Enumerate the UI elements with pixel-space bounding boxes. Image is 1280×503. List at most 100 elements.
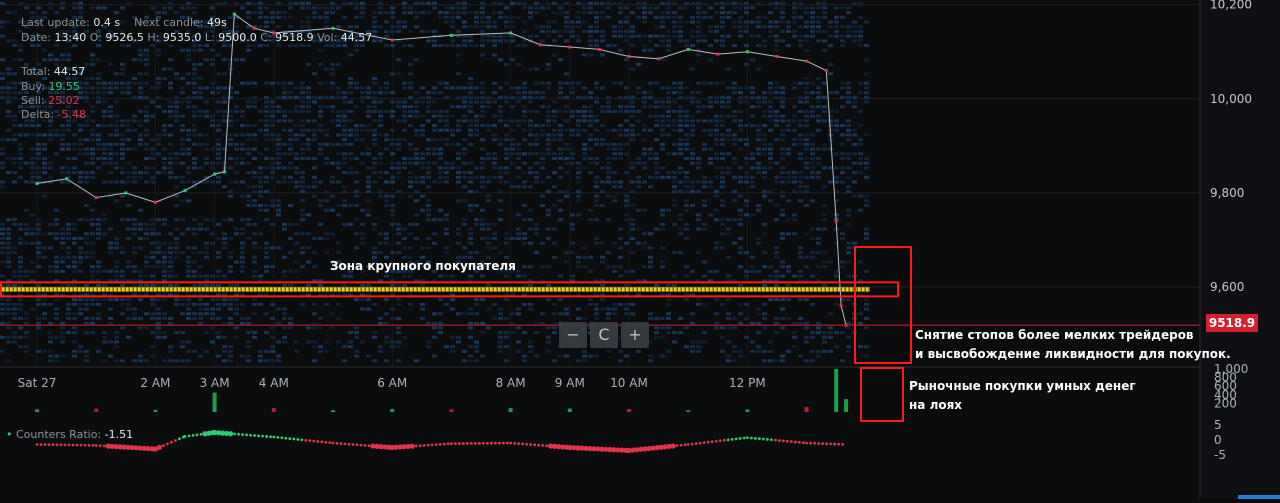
heatmap-cell — [828, 260, 833, 263]
heatmap-cell — [822, 260, 827, 263]
heatmap-cell — [594, 2, 599, 5]
heatmap-cell — [300, 129, 305, 132]
heatmap-cell — [228, 133, 233, 136]
heatmap-cell — [606, 195, 611, 198]
heatmap-cell — [84, 124, 89, 127]
heatmap-cell — [192, 284, 197, 287]
heatmap-cell — [96, 265, 101, 268]
heatmap-cell — [234, 303, 239, 306]
heatmap-cell — [732, 21, 737, 24]
heatmap-cell — [102, 6, 107, 9]
heatmap-cell — [210, 119, 215, 122]
heatmap-cell — [330, 11, 335, 14]
heatmap-cell — [624, 195, 629, 198]
heatmap-cell — [312, 185, 317, 188]
heatmap-cell — [528, 350, 533, 353]
heatmap-cell — [78, 298, 83, 301]
heatmap-cell — [168, 115, 173, 118]
heatmap-cell — [720, 223, 725, 226]
heatmap-cell — [588, 105, 593, 108]
heatmap-cell — [492, 115, 497, 118]
heatmap-cell — [372, 166, 377, 169]
heatmap-cell — [360, 16, 365, 19]
heatmap-cell — [210, 181, 215, 184]
heatmap-cell — [834, 270, 839, 273]
heatmap-cell — [378, 350, 383, 353]
heatmap-cell — [162, 275, 167, 278]
chart-stage[interactable]: 10,20010,0009,8009,600Sat 272 AM3 AM4 AM… — [0, 0, 1280, 499]
heatmap-cell — [510, 86, 515, 89]
heatmap-cell — [684, 190, 689, 193]
heatmap-cell — [228, 284, 233, 287]
heatmap-cell — [738, 223, 743, 226]
heatmap-cell — [204, 44, 209, 47]
heatmap-cell — [192, 246, 197, 249]
heatmap-cell — [462, 11, 467, 14]
heatmap-cell — [660, 115, 665, 118]
big-buyer-cell — [474, 287, 477, 291]
big-buyer-cell — [586, 287, 589, 291]
heatmap-cell — [708, 25, 713, 28]
heatmap-cell — [210, 242, 215, 245]
heatmap-cell — [696, 119, 701, 122]
heatmap-cell — [612, 110, 617, 113]
big-buyer-cell — [454, 287, 457, 291]
orderbook-heatmap-chart[interactable]: 10,20010,0009,8009,600Sat 272 AM3 AM4 AM… — [0, 0, 1280, 499]
heatmap-cell — [510, 119, 515, 122]
heatmap-cell — [462, 2, 467, 5]
heatmap-cell — [522, 232, 527, 235]
heatmap-cell — [558, 30, 563, 33]
heatmap-cell — [390, 204, 395, 207]
heatmap-cell — [732, 115, 737, 118]
heatmap-cell — [342, 199, 347, 202]
heatmap-cell — [12, 115, 17, 118]
heatmap-cell — [804, 143, 809, 146]
heatmap-cell — [6, 11, 11, 14]
heatmap-cell — [738, 119, 743, 122]
heatmap-cell — [660, 213, 665, 216]
heatmap-cell — [438, 82, 443, 85]
heatmap-cell — [462, 312, 467, 315]
heatmap-cell — [270, 317, 275, 320]
heatmap-cell — [756, 171, 761, 174]
heatmap-cell — [180, 148, 185, 151]
heatmap-cell — [18, 223, 23, 226]
heatmap-cell — [474, 322, 479, 325]
heatmap-cell — [330, 6, 335, 9]
heatmap-cell — [594, 44, 599, 47]
heatmap-cell — [774, 138, 779, 141]
heatmap-cell — [66, 143, 71, 146]
heatmap-cell — [288, 162, 293, 165]
heatmap-cell — [6, 129, 11, 132]
heatmap-cell — [402, 129, 407, 132]
heatmap-cell — [396, 232, 401, 235]
heatmap-cell — [576, 21, 581, 24]
heatmap-cell — [654, 115, 659, 118]
heatmap-cell — [354, 331, 359, 334]
counters-ratio-dot — [680, 444, 683, 447]
heatmap-cell — [60, 260, 65, 263]
heatmap-cell — [834, 303, 839, 306]
heatmap-cell — [732, 199, 737, 202]
heatmap-cell — [696, 11, 701, 14]
price-point — [450, 34, 453, 37]
heatmap-cell — [198, 86, 203, 89]
heatmap-cell — [810, 157, 815, 160]
heatmap-cell — [144, 265, 149, 268]
heatmap-cell — [540, 204, 545, 207]
heatmap-cell — [654, 162, 659, 165]
heatmap-cell — [588, 256, 593, 259]
heatmap-cell — [462, 218, 467, 221]
heatmap-cell — [72, 298, 77, 301]
heatmap-cell — [576, 133, 581, 136]
heatmap-cell — [102, 86, 107, 89]
heatmap-cell — [150, 6, 155, 9]
heatmap-cell — [384, 82, 389, 85]
heatmap-cell — [774, 251, 779, 254]
heatmap-cell — [192, 133, 197, 136]
heatmap-cell — [390, 129, 395, 132]
heatmap-cell — [798, 246, 803, 249]
heatmap-cell — [606, 317, 611, 320]
heatmap-cell — [810, 336, 815, 339]
heatmap-cell — [624, 284, 629, 287]
